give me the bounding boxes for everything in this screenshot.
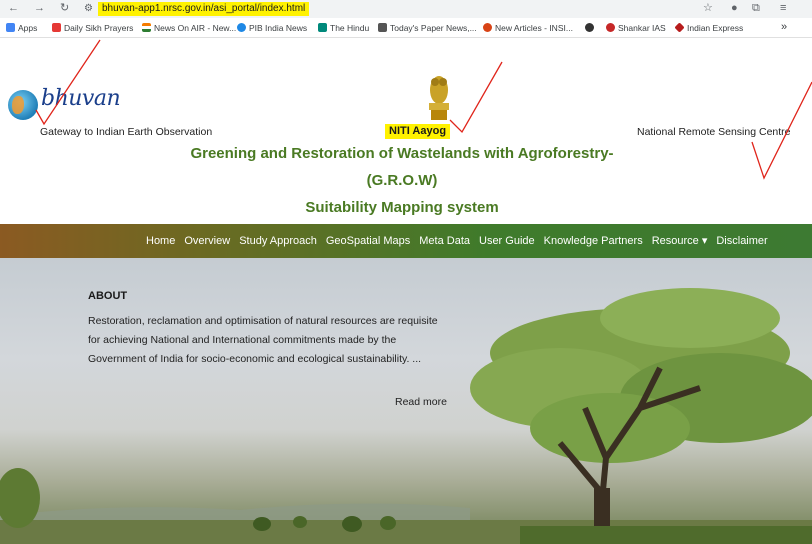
gateway-tagline: Gateway to Indian Earth Observation [40, 126, 213, 138]
nav-home[interactable]: Home [146, 234, 175, 248]
pib-icon [237, 23, 246, 32]
nav-study-approach[interactable]: Study Approach [239, 234, 317, 248]
logo-text: bhuvan [41, 86, 121, 111]
forward-icon[interactable]: → [34, 1, 45, 16]
bookmark-the-hindu[interactable]: The Hindu [318, 22, 369, 34]
national-emblem-icon [429, 76, 449, 120]
annotation-check-mark [449, 61, 503, 134]
nav-user-guide[interactable]: User Guide [479, 234, 535, 248]
reading-list-icon[interactable]: ≡ [780, 1, 786, 16]
bookmark-apps[interactable]: Apps [6, 22, 37, 34]
reload-icon[interactable]: ↻ [60, 1, 69, 16]
nav-disclaimer[interactable]: Disclaimer [716, 234, 767, 248]
nav-overview[interactable]: Overview [184, 234, 230, 248]
bookmarks-bar: Apps Daily Sikh Prayers News On AIR - Ne… [0, 18, 812, 38]
bookmark-daily-sikh-prayers[interactable]: Daily Sikh Prayers [52, 22, 133, 34]
flag-icon [142, 23, 151, 32]
more-bookmarks-icon[interactable]: » [781, 21, 787, 33]
bookmark-indian-express[interactable]: Indian Express [674, 22, 743, 34]
globe-icon [585, 23, 594, 32]
site-settings-icon[interactable]: ⚙ [84, 3, 93, 15]
globe-logo-icon [8, 90, 38, 120]
nav-meta-data[interactable]: Meta Data [419, 234, 470, 248]
nrsc-label: National Remote Sensing Centre [637, 126, 791, 138]
page-title-line1: Greening and Restoration of Wastelands w… [190, 145, 614, 162]
main-nav-bar: Home Overview Study Approach GeoSpatial … [0, 224, 812, 258]
toi-icon [378, 23, 387, 32]
bookmark-todays-paper[interactable]: Today's Paper News,... [378, 22, 477, 34]
niti-aayog-label: NITI Aayog [385, 124, 451, 139]
shankar-icon [606, 23, 615, 32]
url-text[interactable]: bhuvan-app1.nrsc.gov.in/asi_portal/index… [98, 2, 310, 16]
apps-grid-icon [6, 23, 15, 32]
bookmark-news-on-air[interactable]: News On AIR - New... [142, 22, 236, 34]
puzzle-icon[interactable]: ⧉ [752, 1, 760, 16]
nav-resource-dropdown[interactable]: Resource ▾ [652, 234, 708, 248]
browser-address-bar: ← → ↻ ⚙ bhuvan-app1.nrsc.gov.in/asi_port… [0, 0, 812, 18]
bird-icon [483, 23, 492, 32]
extension-icon[interactable]: ● [731, 1, 738, 16]
read-more-link[interactable]: Read more [395, 396, 447, 408]
youtube-icon [52, 23, 61, 32]
about-heading: ABOUT [88, 290, 128, 302]
annotation-check-mark [35, 39, 101, 126]
bookmark-insights[interactable]: New Articles - INSI... [483, 22, 573, 34]
diamond-icon [674, 22, 685, 33]
star-icon[interactable]: ☆ [703, 1, 713, 16]
nav-knowledge-partners[interactable]: Knowledge Partners [544, 234, 643, 248]
hero-banner: ABOUT Restoration, reclamation and optim… [0, 258, 812, 544]
bookmark-pib-india-news[interactable]: PIB India News [237, 22, 307, 34]
hindu-icon [318, 23, 327, 32]
bookmark-globe[interactable] [585, 22, 597, 34]
nav-geospatial-maps[interactable]: GeoSpatial Maps [326, 234, 410, 248]
bookmark-shankar-ias[interactable]: Shankar IAS [606, 22, 666, 34]
about-description: Restoration, reclamation and optimisatio… [88, 315, 438, 365]
page-title-line2: (G.R.O.W) [366, 172, 438, 189]
back-icon[interactable]: ← [8, 1, 19, 16]
page-title-line3: Suitability Mapping system [305, 199, 499, 216]
